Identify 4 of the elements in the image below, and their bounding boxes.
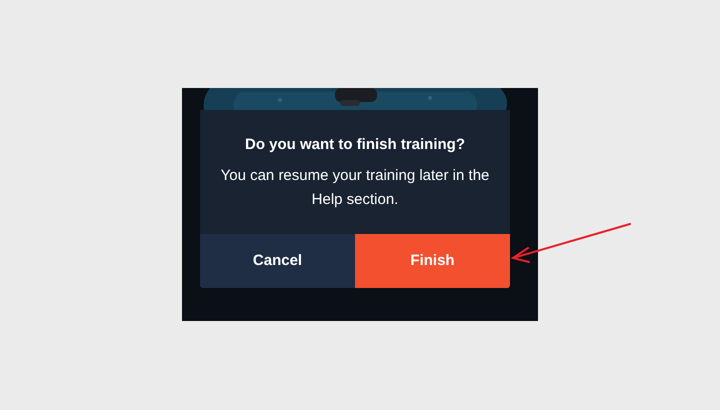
cancel-button[interactable]: Cancel	[200, 234, 355, 288]
finish-button[interactable]: Finish	[355, 234, 510, 288]
dialog-title: Do you want to finish training?	[245, 135, 465, 155]
dialog-message: You can resume your training later in the Help section.	[220, 166, 490, 210]
